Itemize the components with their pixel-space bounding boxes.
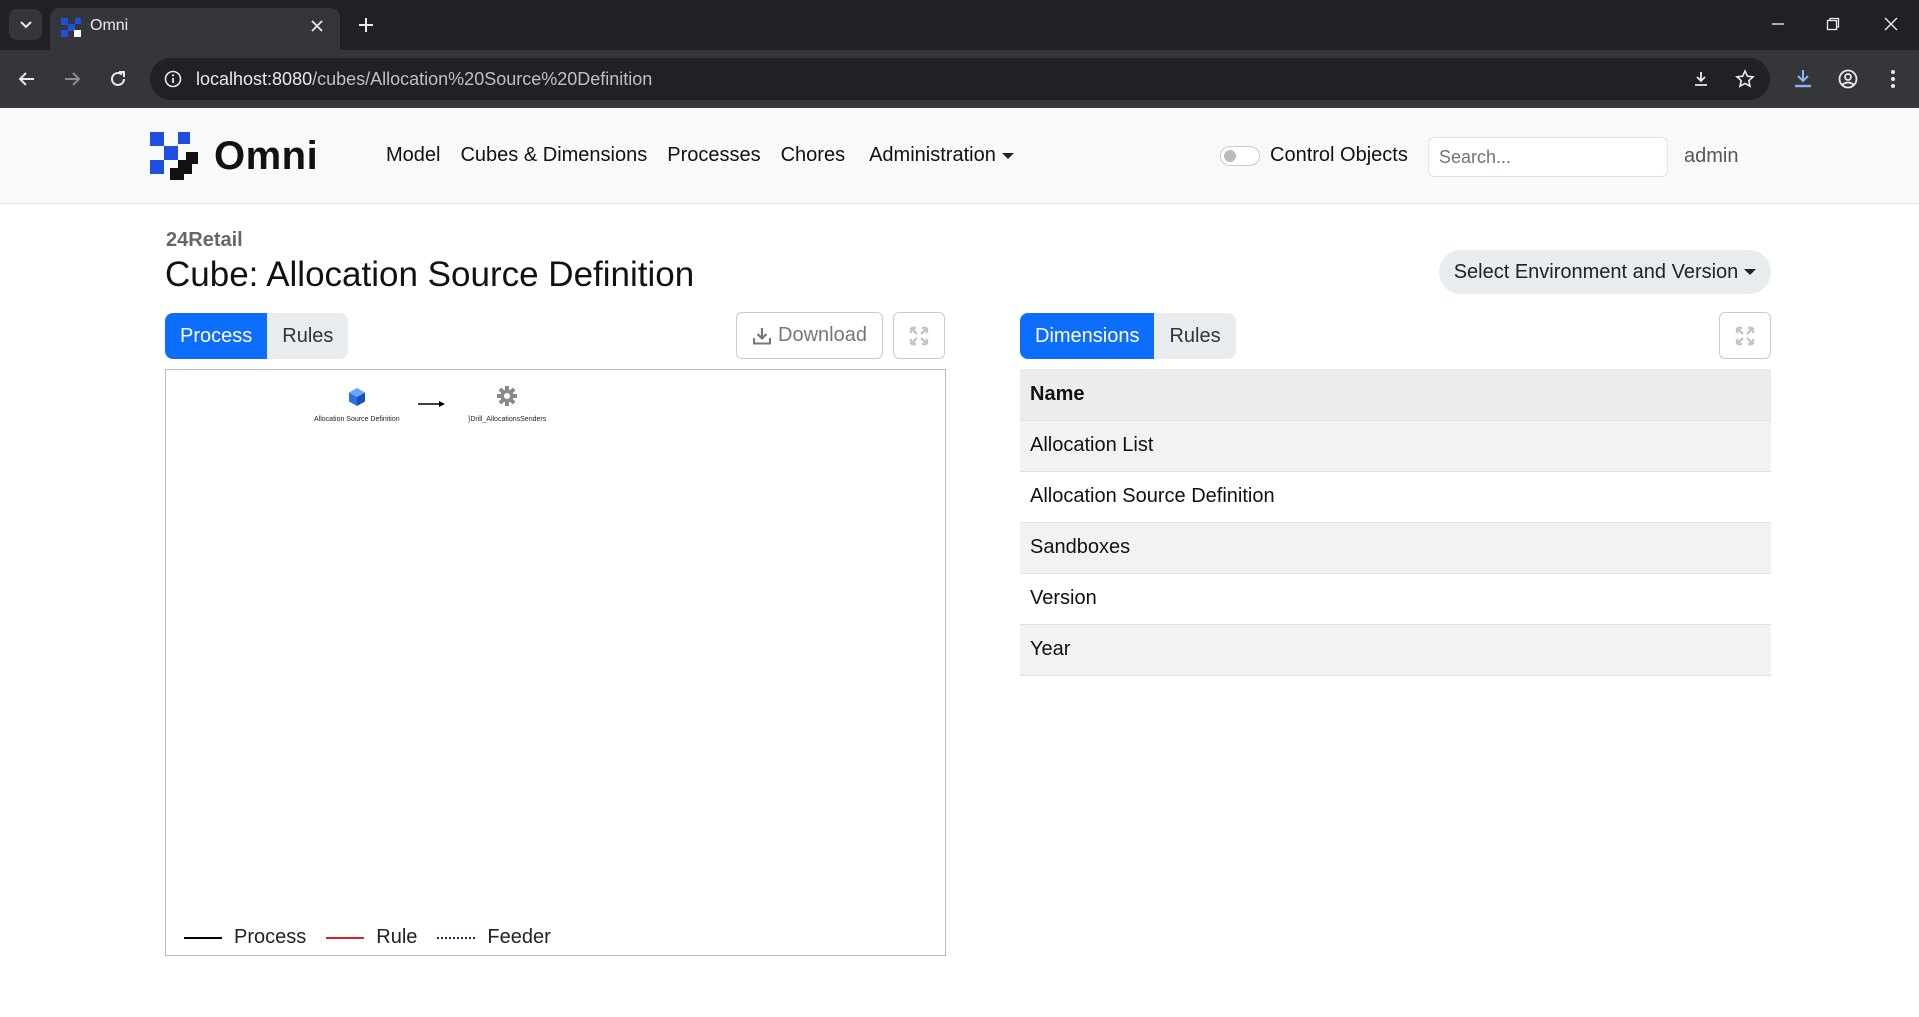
- dimensions-table: Name Allocation List Allocation Source D…: [1020, 369, 1771, 676]
- url-host: localhost:8080: [196, 69, 313, 89]
- download-icon: [753, 327, 772, 344]
- legend-label: Rule: [376, 926, 418, 948]
- select-environment-button[interactable]: Select Environment and Version: [1439, 250, 1771, 294]
- caret-down-icon: [1744, 269, 1757, 275]
- legend-swatch: [437, 936, 476, 939]
- back-icon[interactable]: [13, 65, 41, 93]
- dimension-name[interactable]: Year: [1020, 624, 1771, 676]
- nav-model[interactable]: Model: [386, 144, 440, 167]
- tab-title: Omni: [90, 17, 129, 34]
- download-icon[interactable]: [1686, 64, 1716, 94]
- legend-label: Feeder: [487, 926, 551, 948]
- legend-swatch: [184, 936, 222, 939]
- tab-dimensions[interactable]: Dimensions: [1020, 313, 1155, 359]
- close-window-icon[interactable]: [1877, 12, 1905, 36]
- gear-icon: [497, 386, 518, 406]
- browser-tabbar: Omni: [0, 0, 1919, 50]
- legend-feeder: Feeder: [437, 926, 551, 949]
- graph-node-cube[interactable]: Allocation Source Definition: [314, 387, 400, 423]
- graph-legend: Process Rule Feeder: [184, 926, 571, 949]
- table-row[interactable]: Version: [1020, 573, 1771, 625]
- page-title: Cube: Allocation Source Definition: [165, 255, 695, 294]
- nav-administration-dropdown[interactable]: Administration: [869, 144, 1014, 167]
- left-tabs: Process Rules: [165, 313, 349, 359]
- table-row[interactable]: Year: [1020, 624, 1771, 676]
- dimension-name[interactable]: Allocation Source Definition: [1020, 471, 1771, 523]
- download-button[interactable]: Download: [736, 312, 883, 359]
- reload-icon[interactable]: [104, 65, 132, 93]
- restore-icon[interactable]: [1819, 12, 1847, 36]
- nav-chores[interactable]: Chores: [781, 144, 845, 167]
- browser-tab[interactable]: Omni: [50, 8, 340, 50]
- tab-rules[interactable]: Rules: [267, 313, 348, 359]
- graph-node-label: }Drill_AllocationsSenders: [468, 416, 547, 423]
- nav-administration-label: Administration: [869, 144, 996, 166]
- plus-icon[interactable]: [354, 13, 378, 37]
- legend-label: Process: [234, 926, 307, 948]
- main-nav: Model Cubes & Dimensions Processes Chore…: [386, 144, 1034, 167]
- url-text: localhost:8080/cubes/Allocation%20Source…: [196, 69, 652, 90]
- tab-rules[interactable]: Rules: [1154, 313, 1235, 359]
- app-navbar: Omni Model Cubes & Dimensions Processes …: [0, 108, 1919, 204]
- table-row[interactable]: Allocation List: [1020, 420, 1771, 472]
- tab-process[interactable]: Process: [165, 313, 268, 359]
- chevron-down-icon: [19, 20, 32, 28]
- dimension-name[interactable]: Sandboxes: [1020, 522, 1771, 574]
- dimension-name[interactable]: Version: [1020, 573, 1771, 625]
- control-objects-label: Control Objects: [1270, 144, 1408, 166]
- omni-logo-icon: [150, 132, 198, 180]
- expand-table-button[interactable]: [1719, 312, 1771, 359]
- expand-icon: [909, 326, 929, 345]
- brand-name: Omni: [214, 133, 319, 178]
- browser-toolbar: localhost:8080/cubes/Allocation%20Source…: [0, 50, 1919, 108]
- profile-icon[interactable]: [1833, 64, 1863, 94]
- brand[interactable]: Omni: [148, 130, 318, 182]
- info-icon[interactable]: [162, 68, 184, 90]
- process-graph[interactable]: Allocation Source Definition }Drill_Allo…: [165, 369, 946, 956]
- nav-cubes-dimensions[interactable]: Cubes & Dimensions: [460, 144, 647, 167]
- downloads-icon[interactable]: [1788, 64, 1818, 94]
- tab-search-button[interactable]: [9, 9, 42, 40]
- forward-icon[interactable]: [58, 65, 86, 93]
- breadcrumb[interactable]: 24Retail: [166, 229, 243, 252]
- omni-favicon-icon: [61, 18, 81, 37]
- nav-processes[interactable]: Processes: [667, 144, 760, 167]
- select-environment-label: Select Environment and Version: [1453, 260, 1739, 283]
- graph-node-label: Allocation Source Definition: [314, 416, 400, 423]
- cube-icon: [348, 388, 365, 406]
- download-label: Download: [778, 324, 867, 346]
- legend-rule: Rule: [326, 926, 417, 949]
- more-icon[interactable]: [1878, 64, 1908, 94]
- expand-icon: [1735, 326, 1755, 345]
- search-input[interactable]: [1428, 137, 1668, 177]
- user-menu[interactable]: admin: [1684, 145, 1738, 168]
- minimize-icon[interactable]: [1764, 12, 1792, 36]
- url-path: /cubes/Allocation%20Source%20Definition: [312, 69, 653, 89]
- close-icon[interactable]: [306, 15, 328, 37]
- legend-swatch: [326, 936, 365, 939]
- column-header-name[interactable]: Name: [1020, 369, 1771, 421]
- graph-edge-process: [418, 401, 445, 407]
- table-row[interactable]: Sandboxes: [1020, 522, 1771, 574]
- right-tabs: Dimensions Rules: [1020, 313, 1236, 359]
- address-bar[interactable]: localhost:8080/cubes/Allocation%20Source…: [150, 58, 1770, 100]
- dimension-name[interactable]: Allocation List: [1020, 420, 1771, 472]
- expand-graph-button[interactable]: [893, 312, 945, 359]
- table-row[interactable]: Allocation Source Definition: [1020, 471, 1771, 523]
- table-header-row: Name: [1020, 369, 1771, 421]
- graph-node-process[interactable]: }Drill_AllocationsSenders: [468, 385, 546, 423]
- caret-down-icon: [1001, 152, 1014, 159]
- star-icon[interactable]: [1730, 64, 1760, 94]
- legend-process: Process: [184, 926, 306, 949]
- control-objects-toggle[interactable]: [1220, 146, 1260, 166]
